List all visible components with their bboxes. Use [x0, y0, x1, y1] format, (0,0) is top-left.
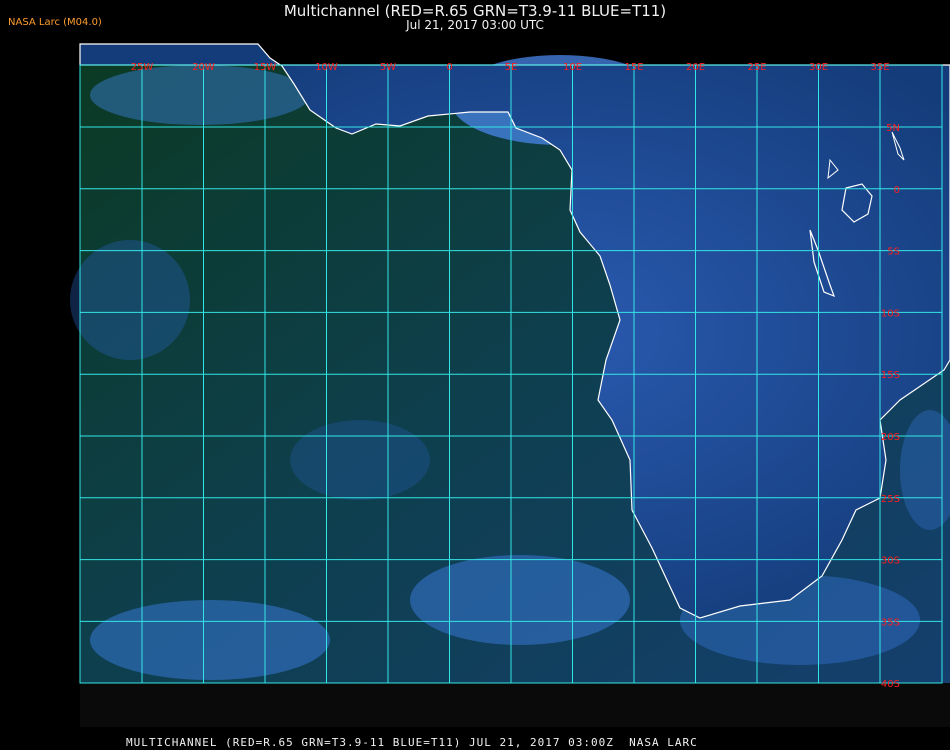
latitude-label: 25S: [881, 494, 900, 505]
longitude-label: 15E: [624, 62, 643, 73]
latitude-label: 5S: [887, 247, 900, 258]
footer-caption: MULTICHANNEL (RED=R.65 GRN=T3.9-11 BLUE=…: [126, 736, 698, 749]
latitude-label: 20S: [881, 432, 900, 443]
longitude-label: 35E: [870, 62, 889, 73]
longitude-label: 0: [446, 62, 452, 73]
longitude-label: 30E: [809, 62, 828, 73]
latitude-label: 5N: [886, 123, 900, 134]
longitude-label: 25W: [131, 62, 154, 73]
longitude-label: 5E: [505, 62, 518, 73]
latitude-label: 10S: [881, 308, 900, 319]
latitude-label: 30S: [881, 556, 900, 567]
no-data-band: [80, 683, 950, 727]
latitude-label: 35S: [881, 617, 900, 628]
longitude-label: 20W: [192, 62, 215, 73]
satellite-map: 25W 20W 15W 10W 5W 0 5E 10E 15E 20E 25E 30E 35E 5N 0 5…: [70, 43, 950, 727]
longitude-label: 10W: [315, 62, 338, 73]
longitude-label: 10E: [563, 62, 582, 73]
longitude-label: 25E: [747, 62, 766, 73]
latitude-label: 40S: [881, 679, 900, 690]
longitude-label: 5W: [380, 62, 396, 73]
longitude-label: 15W: [254, 62, 277, 73]
latitude-label: 0: [894, 185, 900, 196]
latitude-label: 15S: [881, 370, 900, 381]
longitude-label: 20E: [686, 62, 705, 73]
